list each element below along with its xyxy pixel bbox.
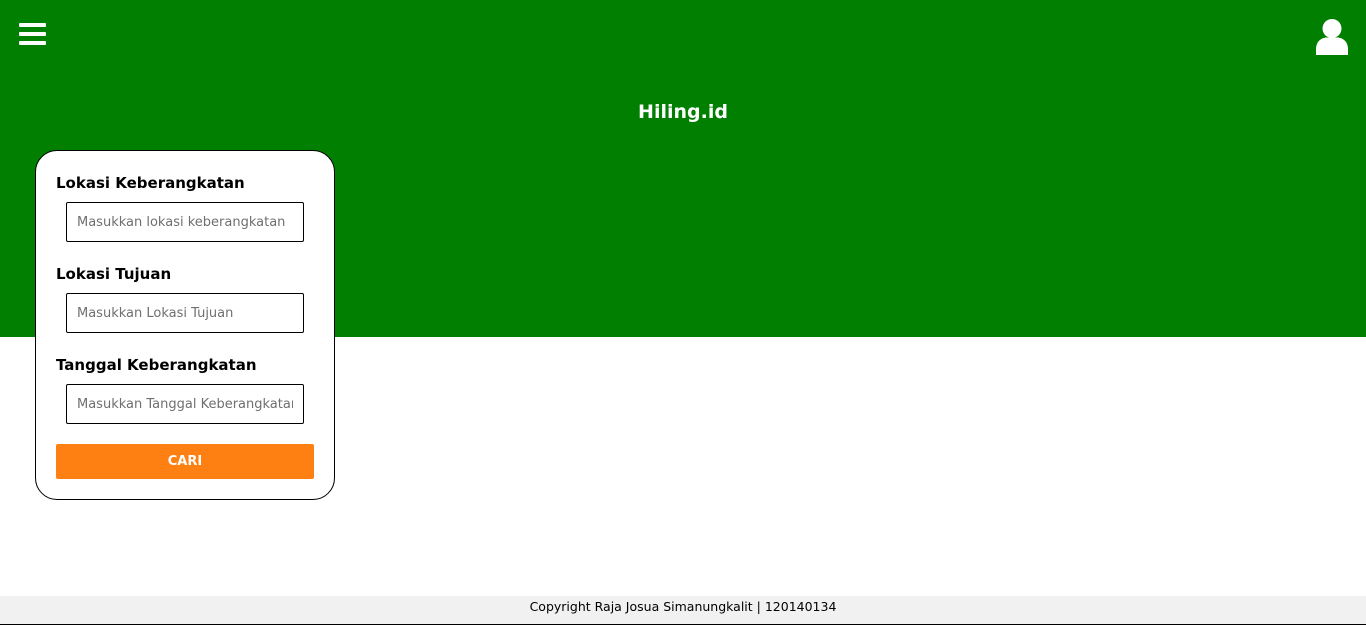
menu-bar-bottom [19,41,46,45]
destination-input[interactable] [66,293,304,333]
search-form-card: Lokasi Keberangkatan Lokasi Tujuan Tangg… [35,150,335,500]
search-button[interactable]: CARI [56,444,314,479]
page: Hiling.id Lokasi Keberangkatan Lokasi Tu… [0,0,1366,626]
user-profile-icon[interactable] [1316,19,1348,55]
date-input[interactable] [66,384,304,424]
date-label: Tanggal Keberangkatan [56,356,257,374]
copyright-text: Copyright Raja Josua Simanungkalit | 120… [529,599,837,614]
origin-label: Lokasi Keberangkatan [56,174,245,192]
user-icon-graphic [1316,19,1348,55]
site-title: Hiling.id [638,101,728,123]
menu-bar-top [19,23,46,27]
destination-label: Lokasi Tujuan [56,265,172,283]
origin-input[interactable] [66,202,304,242]
hamburger-menu-icon[interactable] [19,23,47,47]
footer: Copyright Raja Josua Simanungkalit | 120… [0,596,1366,625]
menu-bar-middle [19,32,46,36]
